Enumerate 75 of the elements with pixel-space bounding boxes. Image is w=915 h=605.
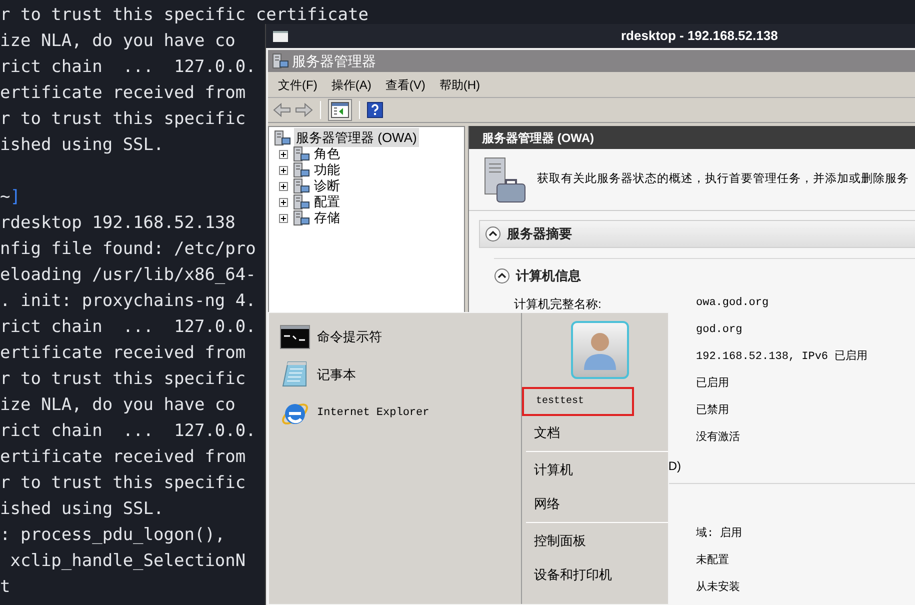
server-node-icon [292,178,310,194]
terminal-line: : process_pdu_logon(), [0,524,226,547]
info-value: 已禁用 [696,403,729,420]
pane-description: 获取有关此服务器状态的概述，执行首要管理任务，并添加或删除服务 [537,172,909,187]
terminal-line: ize NLA, do you have co [0,394,236,417]
menu-item[interactable]: 帮助(H) [439,76,480,94]
info-value: 192.168.52.138, IPv6 已启用 [696,349,868,366]
terminal-line: rdesktop 192.168.52.138 [0,212,236,235]
menu-item[interactable]: 操作(A) [331,76,372,94]
terminal-line: ertificate received from [0,446,246,469]
terminal-line: eloading /usr/lib/x86_64- [0,264,256,287]
program-item[interactable]: Internet Explorer [279,397,521,429]
terminal-line: nfig file found: /etc/pro [0,238,256,261]
info-value: god.org [696,323,742,338]
tree-root-item[interactable]: 服务器管理器 (OWA) [294,128,419,148]
terminal-line: ertificate received from [0,82,246,105]
terminal-line: r to trust this specific [0,368,246,391]
prompt-directory: ~ [0,186,10,209]
back-arrow-icon[interactable] [273,102,291,118]
program-item[interactable]: 命令提示符 [279,321,521,353]
info-value: 从未安装 [696,580,740,596]
server-node-icon [292,146,310,162]
menu-item[interactable]: 查看(V) [385,76,426,94]
expand-icon[interactable] [279,198,288,206]
terminal-line: ished using SSL. [0,134,164,157]
prompt-bracket: ] [10,186,20,209]
server-node-icon [273,130,291,146]
info-label: D) [668,458,681,474]
terminal-line: ished using SSL. [0,498,164,521]
terminal-line: r to trust this specific certificate [0,4,368,27]
collapse-icon[interactable] [494,268,510,284]
expand-icon[interactable] [279,214,288,222]
start-menu-link[interactable]: 文档 [522,416,668,450]
program-item[interactable]: 记事本 [279,359,521,391]
menu-item[interactable]: 文件(F) [278,76,318,94]
server-node-icon [271,53,289,69]
terminal-line: xclip_handle_SelectionN [9,550,246,573]
window-title: rdesktop - 192.168.52.138 [621,27,778,46]
window-icon [273,30,288,42]
info-value: owa.god.org [696,296,769,312]
user-name-link[interactable]: testtest [522,387,634,416]
terminal-line: ertificate received from [0,342,246,365]
terminal-line: ize NLA, do you have co [0,30,236,53]
terminal-line: r to trust this specific [0,108,246,131]
expand-icon[interactable] [279,182,288,190]
server-node-icon [292,194,310,210]
terminal-line: . init: proxychains-ng 4. [0,290,256,313]
expand-icon[interactable] [279,166,288,174]
server-node-icon [292,210,310,226]
terminal-line: t [0,576,10,599]
info-label: 计算机完整名称: [514,296,602,312]
expand-icon[interactable] [279,150,288,158]
info-value: 域: 启用 [696,526,742,542]
start-menu-link[interactable]: 设备和打印机 [522,558,668,592]
terminal-line: r to trust this specific [0,472,246,495]
start-menu-link[interactable]: 计算机 [522,453,668,487]
info-value: 没有激活 [696,430,740,446]
terminal-line: rict chain ... 127.0.0. [0,420,256,443]
terminal-line: rict chain ... 127.0.0. [0,316,256,339]
info-value: 已启用 [696,376,729,392]
help-icon[interactable] [367,102,383,118]
app-title: 服务器管理器 [292,52,376,70]
subsection-title: 计算机信息 [516,267,581,286]
server-node-icon [292,162,310,178]
forward-arrow-icon[interactable] [295,102,313,118]
info-value: 未配置 [696,553,729,570]
terminal-line: rict chain ... 127.0.0. [0,56,256,79]
collapse-icon[interactable] [485,226,501,242]
start-menu-link[interactable]: 控制面板 [522,524,668,558]
section-title: 服务器摘要 [507,225,572,244]
pane-title: 服务器管理器 (OWA) [482,130,594,146]
start-menu-link[interactable]: 网络 [522,487,668,521]
console-window-icon [280,325,310,349]
user-silhouette-icon [582,330,618,370]
console-tree-toggle[interactable] [328,99,352,121]
